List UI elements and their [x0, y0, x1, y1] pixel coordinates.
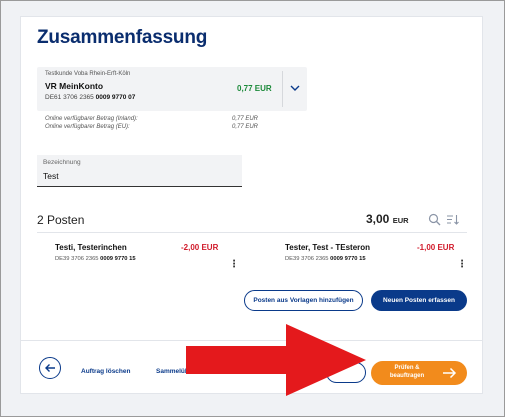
avail-inland-value: 0,77 EUR	[232, 116, 259, 122]
avail-eu-label: Online verfügbarer Betrag (EU):	[45, 124, 130, 130]
designation-label: Bezeichnung	[43, 159, 81, 166]
divider	[37, 232, 467, 233]
sort-icon[interactable]	[446, 213, 460, 226]
posten-item-iban-prefix: DE39 3706 2365	[55, 256, 101, 262]
divider	[282, 71, 283, 107]
account-iban-prefix: DE61 3706 2365	[45, 94, 96, 101]
chevron-down-icon[interactable]	[288, 81, 302, 95]
account-selector[interactable]: Testkunde Voba Rhein-Erft-Köln VR MeinKo…	[37, 67, 307, 111]
review-submit-label: Prüfen & beauftragen	[389, 365, 425, 379]
posten-total: 3,00 EUR	[366, 212, 409, 226]
posten-item-name: Testi, Testerinchen	[55, 243, 127, 252]
account-owner: Testkunde Voba Rhein-Erft-Köln	[45, 71, 131, 77]
posten-item-iban: DE39 3706 2365 0009 9770 15	[285, 256, 366, 262]
posten-count: 2 Posten	[37, 213, 85, 227]
arrow-right-icon	[443, 367, 457, 379]
account-balance: 0,77 EUR	[237, 84, 272, 93]
collective-transfer-link[interactable]: Sammelüb	[156, 368, 189, 375]
designation-field[interactable]: Bezeichnung Test	[37, 155, 242, 187]
back-button[interactable]	[39, 357, 61, 379]
arrow-left-icon	[45, 364, 55, 372]
review-submit-button[interactable]: Prüfen & beauftragen	[371, 361, 467, 385]
search-icon[interactable]	[428, 213, 441, 226]
account-iban-suffix: 0009 9770 07	[95, 94, 136, 101]
posten-item-iban-suffix: 0009 9770 15	[330, 256, 366, 262]
posten-item-name: Tester, Test - TEsteron	[285, 243, 371, 252]
account-iban: DE61 3706 2365 0009 9770 07	[45, 94, 135, 101]
annotation-arrow-icon	[186, 324, 366, 396]
more-options-icon[interactable]: ⋮	[457, 260, 467, 270]
more-options-icon[interactable]: ⋮	[229, 260, 239, 270]
posten-total-currency: EUR	[392, 216, 409, 225]
posten-item-amount: -2,00 EUR	[181, 243, 219, 252]
delete-order-link[interactable]: Auftrag löschen	[81, 368, 130, 375]
posten-item-iban-suffix: 0009 9770 15	[100, 256, 136, 262]
posten-item-iban: DE39 3706 2365 0009 9770 15	[55, 256, 136, 262]
browser-frame: Zusammenfassung Testkunde Voba Rhein-Erf…	[0, 0, 505, 417]
account-name: VR MeinKonto	[45, 81, 104, 91]
avail-inland-label: Online verfügbarer Betrag (Inland):	[45, 116, 138, 122]
posten-total-amount: 3,00	[366, 212, 390, 226]
avail-eu-value: 0,77 EUR	[232, 124, 259, 130]
designation-value[interactable]: Test	[43, 171, 59, 181]
posten-item-amount: -1,00 EUR	[417, 243, 455, 252]
add-from-templates-button[interactable]: Posten aus Vorlagen hinzufügen	[244, 290, 363, 311]
new-item-button[interactable]: Neuen Posten erfassen	[371, 290, 467, 311]
page-title: Zusammenfassung	[37, 27, 208, 48]
posten-item-iban-prefix: DE39 3706 2365	[285, 256, 331, 262]
